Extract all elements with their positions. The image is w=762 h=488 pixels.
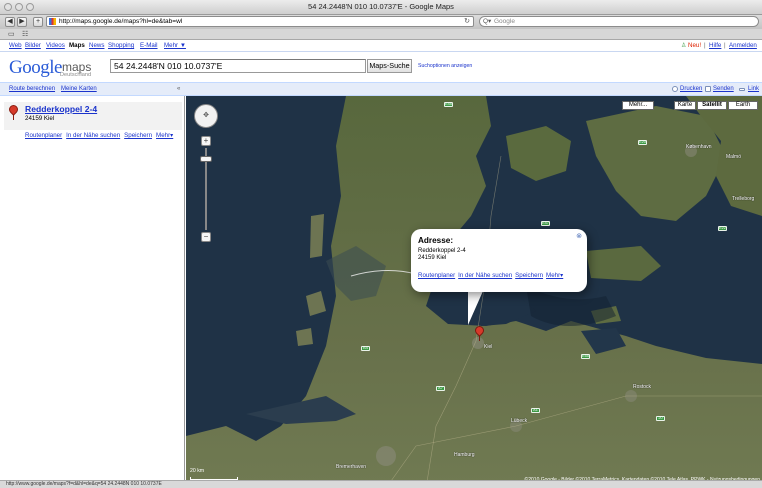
- google-favicon-icon: [49, 18, 56, 25]
- map-canvas[interactable]: E45 E20 E47 E22 E55 A1 A7 20 B4 Københav…: [186, 96, 762, 488]
- nav-shopping[interactable]: Shopping: [108, 40, 134, 51]
- status-bar: http://www.google.de/maps?f=d&hl=de&q=54…: [0, 480, 762, 488]
- place-label: Rostock: [633, 384, 652, 390]
- place-label: København: [686, 144, 712, 150]
- zoom-out-button[interactable]: −: [201, 232, 211, 242]
- logo-text: Google: [9, 57, 62, 78]
- info-save-link[interactable]: Speichern: [515, 272, 543, 279]
- result-title[interactable]: Redderkoppel 2-4: [25, 104, 97, 114]
- info-nearby-link[interactable]: In der Nähe suchen: [458, 272, 512, 279]
- collapse-panel-button[interactable]: «: [177, 83, 180, 95]
- url-field[interactable]: http://maps.google.de/maps?hl=de&tab=wl …: [46, 16, 474, 27]
- add-bookmark-button[interactable]: +: [33, 17, 43, 27]
- info-more-link[interactable]: Mehr▾: [546, 272, 563, 279]
- place-label: Kiel: [484, 344, 493, 350]
- road-badge: E45: [444, 102, 453, 107]
- map-type-karte-button[interactable]: Karte: [674, 101, 696, 110]
- place-label: Trelleborg: [732, 196, 755, 202]
- url-text: http://maps.google.de/maps?hl=de&tab=wl: [59, 18, 183, 25]
- action-bar: Route berechnen Meine Karten « Drucken S…: [0, 82, 762, 96]
- more-link[interactable]: Mehr▾: [156, 132, 173, 139]
- road-badge: E22: [718, 226, 727, 231]
- grid-icon[interactable]: ☷: [22, 30, 28, 38]
- scale-label: 20 km: [190, 468, 205, 474]
- road-badge: A1: [531, 408, 540, 413]
- zoom-in-button[interactable]: +: [201, 136, 211, 146]
- nearby-search-link[interactable]: In der Nähe suchen: [66, 132, 120, 139]
- map-type-earth-button[interactable]: Earth: [728, 101, 758, 110]
- save-link[interactable]: Speichern: [124, 132, 152, 139]
- my-maps-link[interactable]: Meine Karten: [61, 83, 97, 95]
- place-label: Hamburg: [454, 452, 475, 458]
- info-links: Routenplaner In der Nähe suchen Speichern M…: [418, 272, 566, 279]
- google-nav-bar: Web Bilder Videos Maps News Shopping E-M…: [0, 40, 762, 51]
- print-link[interactable]: Drucken: [680, 83, 702, 95]
- place-label: Bremerhaven: [336, 464, 367, 470]
- road-badge: E55: [581, 354, 590, 359]
- maps-header: Google maps Deutschland 54 24.2448'N 010…: [0, 52, 762, 82]
- bookmarks-bar: ▭ ☷: [0, 29, 762, 40]
- info-heading: Adresse:: [418, 236, 454, 245]
- nav-videos[interactable]: Videos: [46, 40, 65, 51]
- google-logo[interactable]: Google: [9, 57, 62, 79]
- place-label: Malmö: [726, 154, 742, 160]
- nav-maps[interactable]: Maps: [69, 40, 85, 51]
- info-window: ⊗ Adresse: Redderkoppel 2-4 24159 Kiel R…: [411, 229, 587, 292]
- nav-web[interactable]: Web: [9, 40, 22, 51]
- new-label[interactable]: Neu!: [688, 40, 701, 51]
- forward-button[interactable]: ▶: [17, 17, 27, 27]
- book-icon[interactable]: ▭: [8, 30, 15, 38]
- route-planner-link[interactable]: Routenplaner: [25, 132, 62, 139]
- link-link[interactable]: Link: [748, 83, 759, 95]
- maps-search-button[interactable]: Maps-Suche: [367, 59, 412, 73]
- logo-country: Deutschland: [60, 72, 92, 78]
- window-title: 54 24.2448'N 010 10.0737'E - Google Maps: [308, 2, 454, 11]
- info-window-tail: [468, 291, 483, 325]
- link-icon: [739, 88, 745, 91]
- road-badge: A7: [436, 386, 445, 391]
- place-label: Lübeck: [511, 418, 528, 424]
- info-city: 24159 Kiel: [418, 255, 447, 261]
- nav-news[interactable]: News: [89, 40, 104, 51]
- search-options-link[interactable]: Suchoptionen anzeigen: [418, 63, 472, 69]
- map-marker-stem: [479, 336, 480, 341]
- help-link[interactable]: Hilfe: [709, 40, 721, 51]
- map-type-more-button[interactable]: Mehr...: [622, 101, 654, 110]
- nav-mehr[interactable]: Mehr ▼: [164, 40, 186, 51]
- browser-toolbar: ◀ ▶ + http://maps.google.de/maps?hl=de&t…: [0, 15, 762, 29]
- browser-window: 54 24.2448'N 010 10.0737'E - Google Maps…: [0, 0, 762, 488]
- result-links: Routenplaner In der Nähe suchen Speichern M…: [25, 132, 177, 139]
- zoom-slider-handle[interactable]: [200, 156, 212, 162]
- print-icon: [672, 86, 678, 92]
- info-street: Redderkoppel 2-4: [418, 248, 466, 254]
- map-pin-stem: [13, 114, 14, 120]
- result-address: 24159 Kiel: [25, 115, 55, 122]
- search-icon: Q▾: [483, 18, 492, 25]
- road-badge: 20: [656, 416, 665, 421]
- browser-search-field[interactable]: Q▾ Google: [479, 16, 759, 27]
- result-item[interactable]: Redderkoppel 2-4 24159 Kiel Routenplaner…: [4, 102, 182, 139]
- route-link[interactable]: Route berechnen: [9, 83, 55, 95]
- nav-separator: |: [704, 42, 706, 49]
- search-input[interactable]: 54 24.2448'N 010 10.0737'E: [110, 59, 366, 73]
- send-link[interactable]: Senden: [713, 83, 734, 95]
- title-bar: 54 24.2448'N 010 10.0737'E - Google Maps: [0, 0, 762, 15]
- info-route-planner-link[interactable]: Routenplaner: [418, 272, 455, 279]
- road-badge: B4: [361, 346, 370, 351]
- reload-icon[interactable]: ↻: [464, 17, 470, 26]
- login-link[interactable]: Anmelden: [729, 40, 757, 51]
- nav-separator: |: [724, 42, 726, 49]
- results-panel: Redderkoppel 2-4 24159 Kiel Routenplaner…: [0, 96, 185, 488]
- pan-control-icon[interactable]: ✥: [194, 104, 218, 128]
- road-badge: E47: [541, 221, 550, 226]
- nav-email[interactable]: E-Mail: [140, 40, 158, 51]
- close-icon[interactable]: ⊗: [576, 232, 582, 240]
- back-button[interactable]: ◀: [5, 17, 15, 27]
- labs-icon: ♙: [681, 42, 687, 49]
- envelope-icon: [705, 86, 711, 92]
- browser-search-placeholder: Google: [494, 18, 515, 25]
- road-badge: E20: [638, 140, 647, 145]
- map-type-satellit-button[interactable]: Satellit: [697, 101, 727, 110]
- nav-bilder[interactable]: Bilder: [25, 40, 41, 51]
